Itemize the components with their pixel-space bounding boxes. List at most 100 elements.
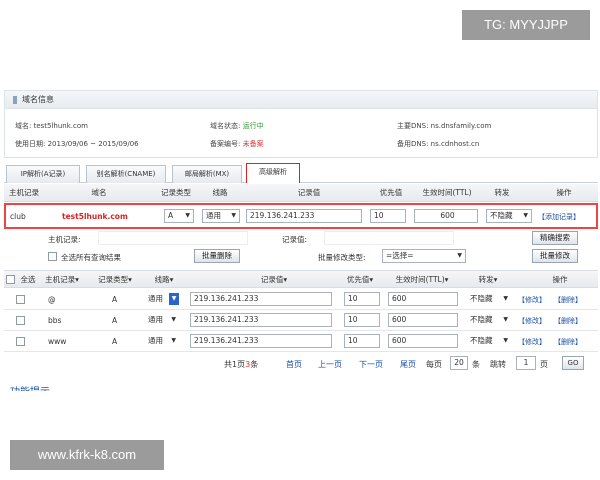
record-value-input[interactable]: 219.136.241.233 <box>190 334 332 348</box>
record-priority-input[interactable]: 10 <box>344 292 380 306</box>
chevron-down-icon: ▼ <box>171 316 176 323</box>
list-header-line[interactable]: 线路▾ <box>144 271 184 289</box>
date-value: 2013/09/06 ~ 2015/09/06 <box>47 140 139 148</box>
pager-total-prefix: 共1页 <box>224 360 246 369</box>
record-ttl-input[interactable]: 600 <box>388 292 458 306</box>
domain-info: 域名: test5lhunk.com <box>15 121 88 131</box>
feature-tip-link[interactable]: 功能提示 <box>10 383 50 391</box>
add-record-link[interactable]: 【添加记录】 <box>538 212 580 222</box>
add-forward-select[interactable]: 不隐藏 ▼ <box>486 209 532 223</box>
add-value-input[interactable]: 219.136.241.233 <box>246 209 362 223</box>
batch-row: 全选所有查询结果 批量删除 批量修改类型: =选择= ▼ 批量修改 <box>4 248 598 264</box>
record-line-select[interactable]: 通用 ▼ <box>144 292 180 306</box>
add-priority-input[interactable]: 10 <box>370 209 406 223</box>
record-priority-input[interactable]: 10 <box>344 334 380 348</box>
add-forward-value: 不隐藏 <box>490 211 513 220</box>
record-number-info: 备案编号: 未备案 <box>210 139 264 149</box>
row-checkbox[interactable] <box>16 337 25 346</box>
per-page-input[interactable]: 20 <box>450 356 468 370</box>
select-all-results-checkbox[interactable] <box>48 252 57 261</box>
header-forward: 转发 <box>494 188 510 197</box>
add-line-value: 通用 <box>206 211 221 220</box>
batch-delete-button[interactable]: 批量删除 <box>194 249 240 263</box>
chevron-down-icon: ▼ <box>503 316 508 323</box>
record-line-select[interactable]: 通用 ▼ <box>144 313 180 327</box>
pager-last-link[interactable]: 尾页 <box>400 359 416 370</box>
pager-per-page-unit: 条 <box>472 360 480 369</box>
edit-link[interactable]: 【修改】 <box>518 295 546 305</box>
batch-modify-label: 批量修改类型: <box>318 253 366 262</box>
batch-modify-value: =选择= <box>386 251 414 260</box>
record-line-value: 通用 <box>148 315 163 324</box>
search-value-label: 记录值: <box>282 235 308 244</box>
chevron-down-icon: ▼ <box>523 212 528 219</box>
select-all-results-label: 全选所有查询结果 <box>61 253 121 262</box>
record-number-label: 备案编号: <box>210 140 241 148</box>
pager-next-link[interactable]: 下一页 <box>359 359 383 370</box>
batch-modify-button[interactable]: 批量修改 <box>532 249 578 263</box>
delete-link[interactable]: 【删除】 <box>554 295 582 305</box>
pager-first-link[interactable]: 首页 <box>286 359 302 370</box>
record-line-select[interactable]: 通用 ▼ <box>144 334 180 348</box>
date-label: 使用日期: <box>15 140 46 148</box>
select-all-checkbox[interactable] <box>6 275 15 284</box>
record-value-input[interactable]: 219.136.241.233 <box>190 292 332 306</box>
record-forward-select[interactable]: 不隐藏 ▼ <box>466 292 512 306</box>
list-header-host[interactable]: 主机记录▾ <box>40 271 84 289</box>
record-ttl-input[interactable]: 600 <box>388 313 458 327</box>
list-header-value[interactable]: 记录值▾ <box>204 271 344 289</box>
edit-link[interactable]: 【修改】 <box>518 337 546 347</box>
record-forward-value: 不隐藏 <box>470 294 493 303</box>
main-dns-info: 主要DNS: ns.dnsfamily.com <box>397 121 491 131</box>
table-row: bbs A 通用 ▼ 219.136.241.233 10 600 不隐藏 ▼ … <box>4 311 598 331</box>
search-host-label: 主机记录: <box>48 235 81 244</box>
list-header-forward[interactable]: 转发▾ <box>468 271 508 289</box>
header-line: 线路 <box>212 188 228 197</box>
add-line-select[interactable]: 通用 ▼ <box>202 209 240 223</box>
add-ttl-input[interactable]: 600 <box>414 209 478 223</box>
record-value-input[interactable]: 219.136.241.233 <box>190 313 332 327</box>
search-row: 主机记录: 记录值: 精确搜索 <box>4 230 598 246</box>
watermark-bottom: www.kfrk-k8.com <box>10 440 164 470</box>
delete-link[interactable]: 【删除】 <box>554 316 582 326</box>
list-header-priority[interactable]: 优先值▾ <box>340 271 380 289</box>
add-type-select[interactable]: A ▼ <box>164 209 194 223</box>
list-header-action: 操作 <box>552 275 568 284</box>
panel-marker-icon <box>13 95 17 104</box>
record-forward-value: 不隐藏 <box>470 315 493 324</box>
row-checkbox[interactable] <box>16 316 25 325</box>
resolve-tabs: IP解析(A记录) 别名解析(CNAME) 邮局解析(MX) 高级解析 <box>4 163 598 183</box>
record-forward-value: 不隐藏 <box>470 336 493 345</box>
batch-modify-select[interactable]: =选择= ▼ <box>382 249 466 263</box>
search-value-input[interactable] <box>324 231 454 245</box>
record-type: A <box>112 337 118 346</box>
edit-link[interactable]: 【修改】 <box>518 316 546 326</box>
record-priority-input[interactable]: 10 <box>344 313 380 327</box>
record-list-header: 全选 主机记录▾ 记录类型▾ 线路▾ 记录值▾ 优先值▾ 生效时间(TTL)▾ … <box>4 270 598 288</box>
search-host-input[interactable] <box>98 231 248 245</box>
header-priority: 优先值 <box>379 188 403 197</box>
record-ttl-input[interactable]: 600 <box>388 334 458 348</box>
delete-link[interactable]: 【删除】 <box>554 337 582 347</box>
tab-mx[interactable]: 邮局解析(MX) <box>172 165 242 183</box>
exact-search-button[interactable]: 精确搜索 <box>532 231 578 245</box>
record-forward-select[interactable]: 不隐藏 ▼ <box>466 313 512 327</box>
chevron-down-icon: ▼ <box>171 337 176 344</box>
pager-prev-link[interactable]: 上一页 <box>318 359 342 370</box>
tab-cname[interactable]: 别名解析(CNAME) <box>86 165 166 183</box>
tab-advanced[interactable]: 高级解析 <box>246 163 300 183</box>
list-header-type[interactable]: 记录类型▾ <box>90 271 140 289</box>
go-button[interactable]: GO <box>562 356 584 370</box>
add-host[interactable]: club <box>10 212 26 221</box>
tab-a-record[interactable]: IP解析(A记录) <box>6 165 80 183</box>
page-number-input[interactable]: 1 <box>516 356 536 370</box>
record-forward-select[interactable]: 不隐藏 ▼ <box>466 334 512 348</box>
watermark-top: TG: MYYJJPP <box>462 10 590 40</box>
header-type: 记录类型 <box>161 188 191 197</box>
list-header-ttl[interactable]: 生效时间(TTL)▾ <box>382 271 462 289</box>
domain-info-panel: 域名信息 域名: test5lhunk.com 域名状态: 运行中 主要DNS:… <box>4 90 598 158</box>
add-domain: test5lhunk.com <box>62 212 128 221</box>
record-host: bbs <box>48 316 62 325</box>
table-row: www A 通用 ▼ 219.136.241.233 10 600 不隐藏 ▼ … <box>4 332 598 352</box>
row-checkbox[interactable] <box>16 295 25 304</box>
